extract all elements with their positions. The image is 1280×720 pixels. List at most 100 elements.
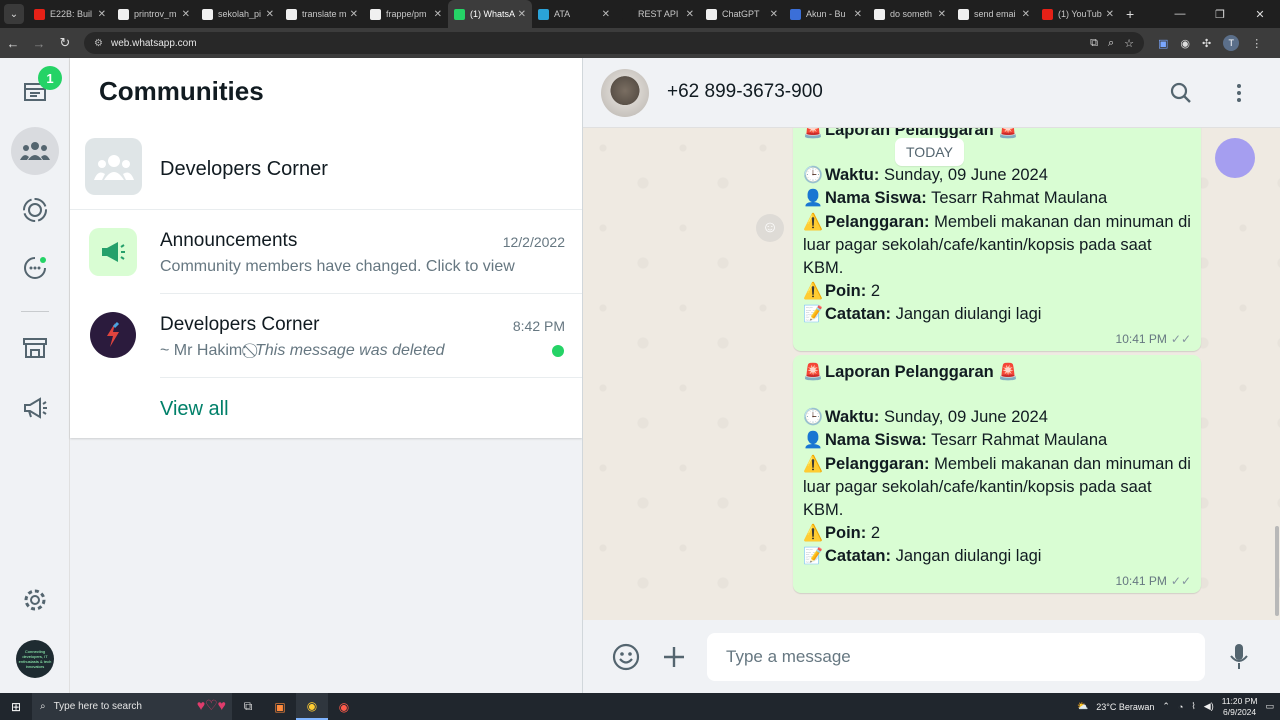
tab-title: E22B: Buil <box>50 9 93 19</box>
message-list[interactable]: 🚨 Laporan Pelanggaran 🚨 🕒 Waktu: Sunday, 0… <box>583 128 1280 620</box>
restore-icon[interactable]: ❐ <box>1200 0 1240 28</box>
wifi-icon[interactable]: ⌇ <box>1191 701 1195 712</box>
avatar-caption: Connecting developers, IT enthusiasts & … <box>18 649 52 669</box>
channels-button[interactable] <box>11 244 59 292</box>
tools-button[interactable] <box>11 324 59 372</box>
tab-title: do someth <box>890 9 933 19</box>
taskbar: ⊞ ⌕ Type here to search ♥♡♥ ⧉ ▣ ◉ ◉ ⛅ 23… <box>0 693 1280 720</box>
close-window-icon[interactable]: ✕ <box>1240 0 1280 28</box>
address-bar[interactable]: ⚙ web.whatsapp.com ⧉ ⌕ ☆ <box>84 32 1144 54</box>
volume-icon[interactable]: ◀) <box>1204 701 1214 712</box>
message-bubble[interactable]: 🚨 Laporan Pelanggaran 🚨 🕒 Waktu: Sunday, 0… <box>793 355 1201 593</box>
clock[interactable]: 11:20 PM 6/9/2024 <box>1222 696 1258 718</box>
tab-close-icon[interactable]: ✕ <box>854 9 862 20</box>
react-emoji-icon[interactable]: ☺ <box>756 214 784 242</box>
chat-header[interactable]: +62 899-3673-900 <box>583 58 1280 128</box>
browser-tab[interactable]: frappe/pm ✕ <box>364 0 448 28</box>
preview-sender: ~ Mr Hakim: <box>160 342 247 359</box>
message-input[interactable] <box>707 633 1205 681</box>
app-icon[interactable]: ▣ <box>264 693 296 720</box>
tab-close-icon[interactable]: ✕ <box>266 9 274 20</box>
tab-close-icon[interactable]: ✕ <box>686 9 694 20</box>
browser-tab[interactable]: do someth ✕ <box>868 0 952 28</box>
taskbar-search[interactable]: ⌕ Type here to search ♥♡♥ <box>32 693 232 720</box>
extension-icon[interactable]: ▣ <box>1158 37 1168 50</box>
tab-close-icon[interactable]: ✕ <box>602 9 610 20</box>
view-all-link[interactable]: View all <box>160 398 229 421</box>
my-profile-avatar[interactable]: Connecting developers, IT enthusiasts & … <box>16 640 54 678</box>
attach-plus-icon[interactable] <box>659 642 689 672</box>
browser-tab[interactable]: sekolah_pi ✕ <box>196 0 280 28</box>
announcements-row[interactable]: Announcements 12/2/2022 Community member… <box>70 210 582 294</box>
tab-close-icon[interactable]: ✕ <box>350 9 358 20</box>
tab-search-button[interactable]: ⌄ <box>4 4 24 24</box>
back-icon[interactable]: ← <box>0 30 26 56</box>
browser-tab[interactable]: (1) WhatsA ✕ <box>448 0 532 28</box>
extension-camera-icon[interactable]: ◉ <box>1180 37 1190 50</box>
browser-tab[interactable]: send emai ✕ <box>952 0 1036 28</box>
minimize-icon[interactable]: — <box>1160 0 1200 28</box>
chat-scrollbar[interactable] <box>1275 526 1279 616</box>
zoom-icon[interactable]: ⌕ <box>1108 37 1114 50</box>
waktu-line: 🕒 Waktu: Sunday, 09 June 2024 <box>803 406 1191 429</box>
clock-time: 11:20 PM <box>1221 695 1258 706</box>
blank-icon <box>622 8 633 20</box>
weather-icon[interactable]: ⛅ <box>1077 701 1088 712</box>
search-icon[interactable] <box>1168 80 1194 106</box>
browser-menu-icon[interactable]: ⋮ <box>1251 37 1262 50</box>
forward-icon[interactable]: → <box>26 30 52 56</box>
menu-icon[interactable] <box>1226 80 1252 106</box>
browser-tab[interactable]: ATA ✕ <box>532 0 616 28</box>
tab-close-icon[interactable]: ✕ <box>182 9 190 20</box>
tab-close-icon[interactable]: ✕ <box>938 9 946 20</box>
tab-title: sekolah_pi <box>218 9 262 19</box>
catatan-line: 📝 Catatan: Jangan diulangi lagi <box>803 303 1191 326</box>
notifications-icon[interactable]: ▭ <box>1265 701 1274 712</box>
settings-button[interactable] <box>11 576 59 624</box>
tray-chevron-icon[interactable]: ⌃ <box>1162 701 1170 712</box>
broadcast-button[interactable] <box>11 384 59 432</box>
browser-tab[interactable]: E22B: Buil ✕ <box>28 0 112 28</box>
browser-tab[interactable]: translate m ✕ <box>280 0 364 28</box>
emoji-icon[interactable] <box>611 642 641 672</box>
tab-title: (1) YouTub <box>1058 9 1102 19</box>
extensions-puzzle-icon[interactable]: ✣ <box>1202 37 1211 50</box>
browser-tab[interactable]: (1) YouTub ✕ <box>1036 0 1120 28</box>
browser-tab[interactable]: REST API ✕ <box>616 0 700 28</box>
message-bubble[interactable]: 🚨 Laporan Pelanggaran 🚨 🕒 Waktu: Sunday, 0… <box>793 128 1201 351</box>
weather-text[interactable]: 23°C Berawan <box>1096 702 1154 712</box>
browser-tab[interactable]: Akun - Bu ✕ <box>784 0 868 28</box>
tab-close-icon[interactable]: ✕ <box>518 9 526 20</box>
install-app-icon[interactable]: ⧉ <box>1090 37 1098 50</box>
chrome-icon[interactable]: ◉ <box>328 693 360 720</box>
communities-button[interactable] <box>11 127 59 175</box>
browser-tab[interactable]: ChatGPT ✕ <box>700 0 784 28</box>
network-icon[interactable]: ◔ <box>1178 702 1183 712</box>
message-meta: 10:41 PM ✓✓ <box>803 569 1191 593</box>
bookmark-star-icon[interactable]: ☆ <box>1124 37 1134 50</box>
group-row-developers-corner[interactable]: Developers Corner 8:42 PM ~ Mr Hakim: ⃠T… <box>70 294 582 378</box>
reload-icon[interactable]: ↻ <box>52 30 78 56</box>
compose-bar <box>583 620 1280 693</box>
new-tab-button[interactable]: + <box>1126 6 1134 22</box>
microphone-icon[interactable] <box>1224 642 1254 672</box>
tab-close-icon[interactable]: ✕ <box>434 9 442 20</box>
windows-start-icon[interactable]: ⊞ <box>0 693 32 720</box>
chrome-icon[interactable]: ◉ <box>296 693 328 720</box>
tab-close-icon[interactable]: ✕ <box>770 9 778 20</box>
tab-strip: E22B: Buil ✕ printrov_m ✕ sekolah_pi ✕ transla… <box>28 0 1120 28</box>
profile-avatar[interactable]: T <box>1223 35 1240 51</box>
gear-icon <box>24 589 46 611</box>
row-divider <box>160 377 582 378</box>
contact-avatar[interactable] <box>601 69 649 117</box>
floating-bubble[interactable] <box>1215 138 1255 178</box>
tab-close-icon[interactable]: ✕ <box>1022 9 1030 20</box>
browser-tab[interactable]: printrov_m ✕ <box>112 0 196 28</box>
community-header[interactable]: Developers Corner <box>70 132 582 210</box>
site-info-icon[interactable]: ⚙ <box>94 38 103 49</box>
tab-close-icon[interactable]: ✕ <box>1106 9 1114 20</box>
tab-close-icon[interactable]: ✕ <box>98 9 106 20</box>
status-button[interactable] <box>11 186 59 234</box>
task-view-icon[interactable]: ⧉ <box>232 693 264 720</box>
nama-line: 👤 Nama Siswa: Tesarr Rahmat Maulana <box>803 187 1191 210</box>
